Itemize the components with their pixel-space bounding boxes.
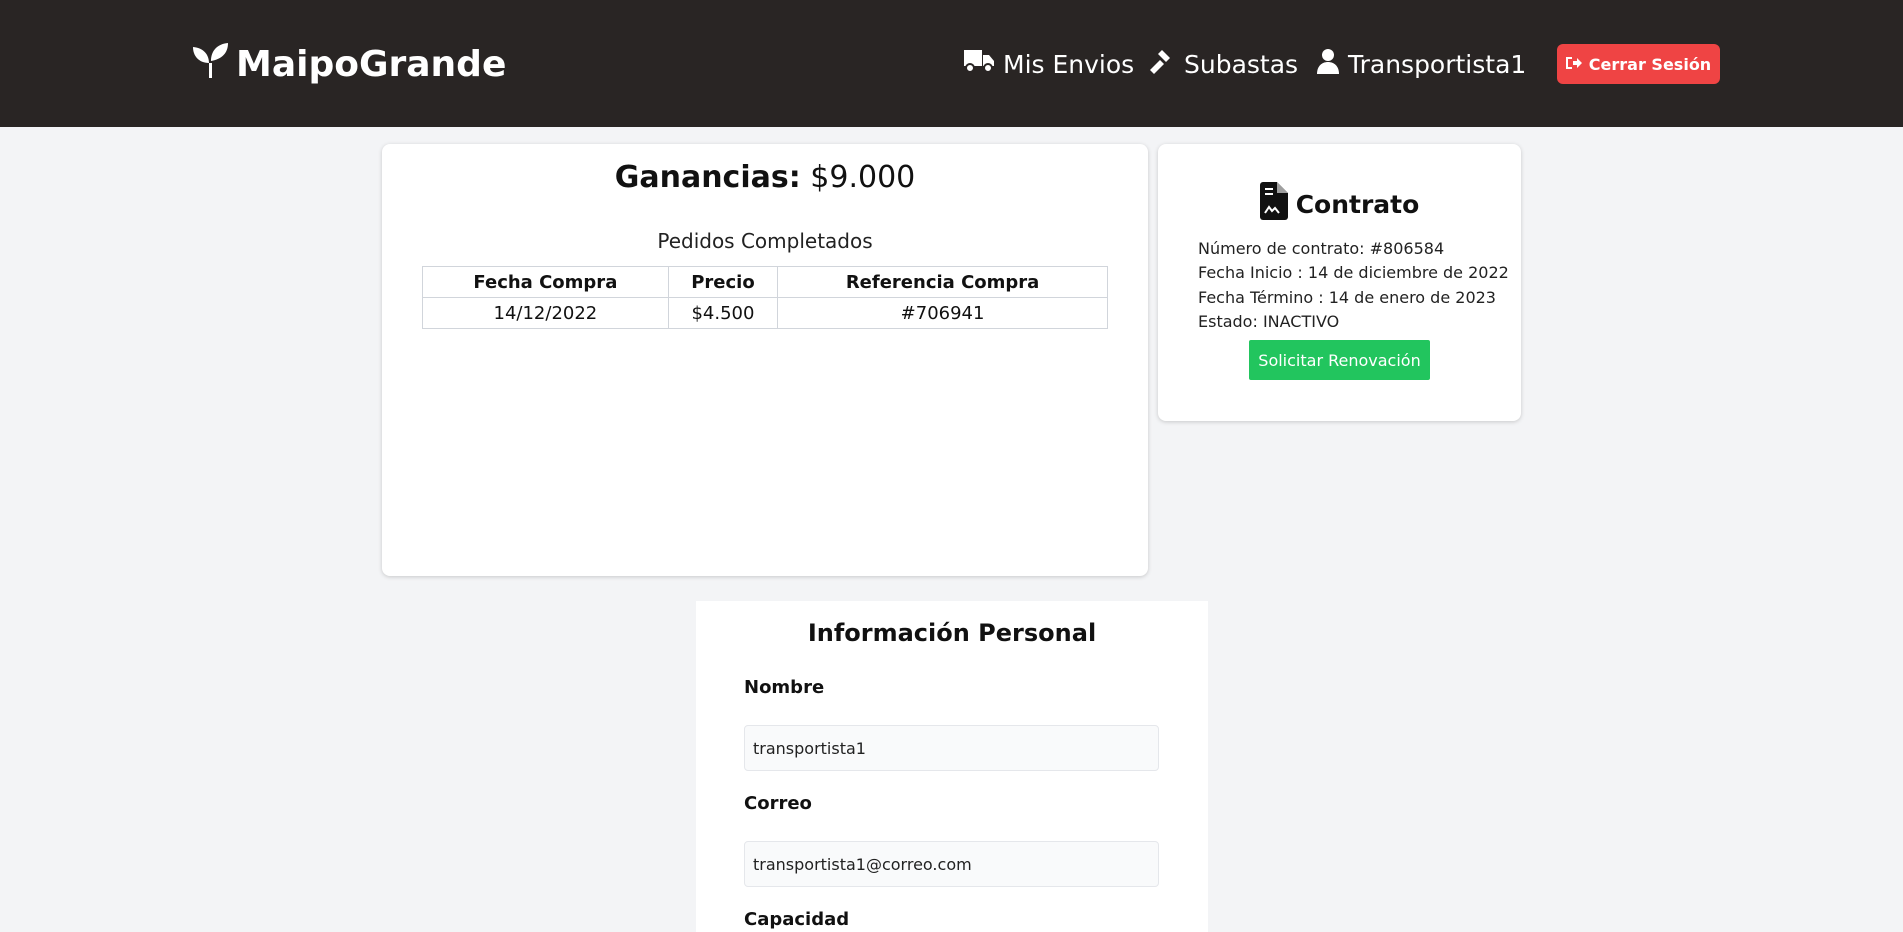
cell-fecha-compra: 14/12/2022: [422, 297, 669, 329]
earnings-title: Ganancias: $9.000: [382, 160, 1148, 195]
contract-status: Estado: INACTIVO: [1198, 312, 1340, 332]
earnings-value: $9.000: [810, 160, 916, 195]
brand-link[interactable]: MaipoGrande: [190, 40, 506, 88]
column-header: Precio: [667, 266, 779, 298]
user-icon: [1316, 48, 1340, 80]
seedling-icon: [190, 41, 230, 88]
cell-precio: $4.500: [667, 297, 779, 329]
column-header: Referencia Compra: [777, 266, 1108, 298]
brand-name: MaipoGrande: [236, 43, 507, 85]
email-label: Correo: [744, 793, 812, 814]
completed-orders-subtitle: Pedidos Completados: [657, 229, 873, 253]
logout-button[interactable]: Cerrar Sesión: [1557, 44, 1720, 84]
file-contract-icon: [1259, 182, 1288, 226]
completed-orders-table: Fecha Compra Precio Referencia Compra 14…: [422, 266, 1108, 329]
earnings-label: Ganancias:: [614, 160, 801, 195]
contract-start-date: Fecha Inicio : 14 de diciembre de 2022: [1198, 263, 1509, 283]
contract-number: Número de contrato: #806584: [1198, 239, 1445, 258]
nav-mis-envios[interactable]: Mis Envios: [963, 44, 1134, 84]
nav-subastas-label: Subastas: [1184, 49, 1299, 79]
nav-profile-label: Transportista1: [1348, 49, 1527, 79]
request-renewal-button[interactable]: Solicitar Renovación: [1249, 340, 1430, 380]
name-field[interactable]: [744, 725, 1159, 771]
personal-info-card: Información Personal Nombre Correo Capac…: [696, 601, 1208, 932]
sign-out-icon: [1565, 55, 1582, 74]
cell-referencia: #706941: [777, 297, 1108, 329]
truck-icon: [963, 48, 995, 80]
earnings-card: Ganancias: $9.000 Pedidos Completados Fe…: [382, 144, 1148, 576]
capacity-label: Capacidad: [744, 909, 850, 930]
contract-details: Número de contrato: #806584 Fecha Inicio…: [1198, 237, 1509, 335]
contract-card: Contrato Número de contrato: #806584 Fec…: [1158, 144, 1521, 421]
nav-subastas[interactable]: Subastas: [1150, 44, 1298, 84]
personal-info-title: Información Personal: [807, 619, 1097, 647]
table-row: 14/12/2022 $4.500 #706941: [422, 297, 1108, 329]
contract-end-date: Fecha Término : 14 de enero de 2023: [1198, 287, 1496, 307]
column-header: Fecha Compra: [422, 266, 669, 298]
email-field[interactable]: [744, 841, 1159, 887]
table-header-row: Fecha Compra Precio Referencia Compra: [422, 266, 1108, 298]
contract-title: Contrato: [1295, 189, 1420, 219]
nav-mis-envios-label: Mis Envios: [1003, 49, 1135, 79]
logout-label: Cerrar Sesión: [1588, 54, 1712, 74]
contract-heading: Contrato: [1158, 182, 1521, 226]
name-label: Nombre: [744, 677, 825, 698]
nav-profile[interactable]: Transportista1: [1316, 44, 1526, 84]
top-navbar: MaipoGrande Mis Envios Subastas Transpor…: [0, 0, 1903, 127]
gavel-icon: [1150, 48, 1176, 80]
